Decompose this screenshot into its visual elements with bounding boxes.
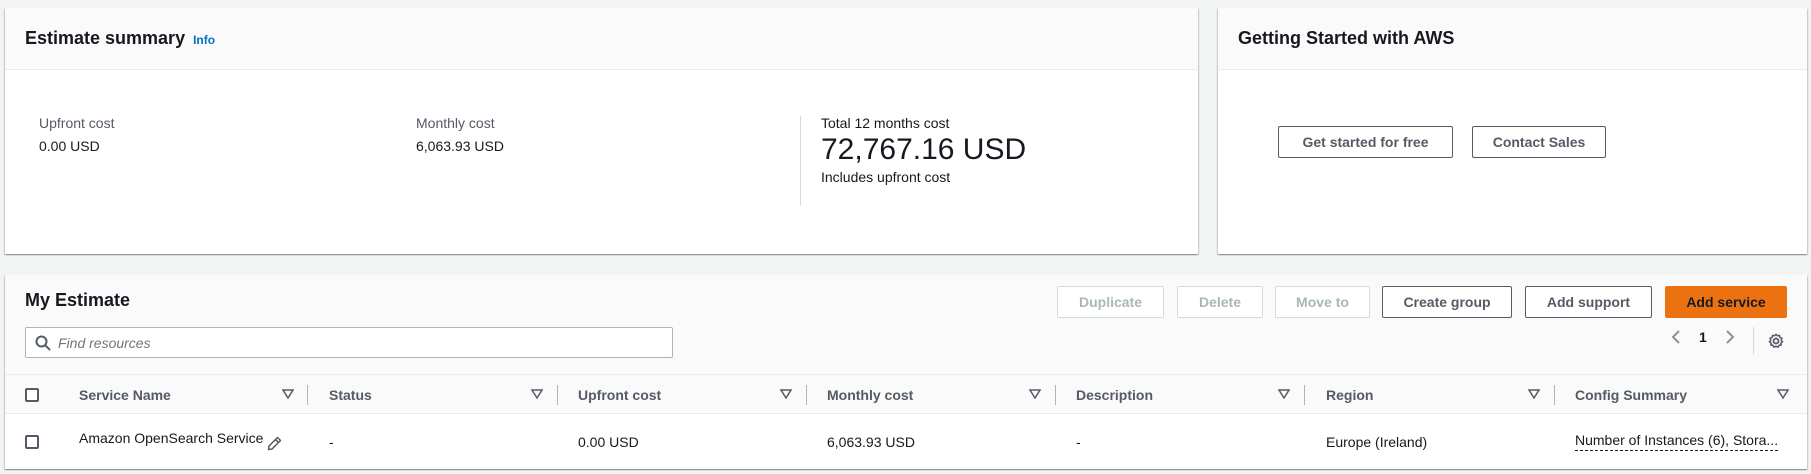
move-to-button[interactable]: Move to <box>1275 286 1370 318</box>
status-cell: - <box>329 433 334 450</box>
upfront-cost-label: Upfront cost <box>39 115 115 131</box>
duplicate-button[interactable]: Duplicate <box>1057 286 1164 318</box>
select-all-checkbox[interactable] <box>25 388 39 402</box>
column-config-summary[interactable]: Config Summary <box>1575 375 1687 414</box>
estimate-summary-body: Upfront cost 0.00 USD Monthly cost 6,063… <box>5 70 1198 254</box>
row-select-checkbox[interactable] <box>25 435 39 449</box>
chevron-right-icon[interactable] <box>1723 329 1737 345</box>
column-separator[interactable] <box>1304 385 1305 405</box>
column-upfront-cost[interactable]: Upfront cost <box>578 375 661 414</box>
sort-caret-icon[interactable] <box>1278 388 1290 400</box>
search-icon <box>35 335 51 351</box>
column-status[interactable]: Status <box>329 375 372 414</box>
my-estimate-title: My Estimate <box>25 290 131 310</box>
region-cell: Europe (Ireland) <box>1326 433 1428 450</box>
estimate-summary-panel: Estimate summary Info Upfront cost 0.00 … <box>5 8 1198 254</box>
sort-caret-icon[interactable] <box>1777 388 1789 400</box>
service-name-cell: Amazon OpenSearch Service <box>79 429 264 446</box>
search-box[interactable] <box>25 327 673 358</box>
column-separator[interactable] <box>806 385 807 405</box>
add-support-button[interactable]: Add support <box>1525 286 1652 318</box>
column-separator[interactable] <box>557 385 558 405</box>
estimate-summary-header: Estimate summary Info <box>5 8 1198 70</box>
column-separator[interactable] <box>1554 385 1555 405</box>
estimate-summary-title: Estimate summary <box>25 28 186 48</box>
table-header: Service Name Status Upfront cost Monthly… <box>5 375 1807 414</box>
sort-caret-icon[interactable] <box>1029 388 1041 400</box>
gear-icon[interactable] <box>1768 333 1784 349</box>
sort-caret-icon[interactable] <box>531 388 543 400</box>
get-started-free-button[interactable]: Get started for free <box>1278 126 1453 158</box>
pencil-icon[interactable] <box>267 436 282 451</box>
pager-divider <box>1753 327 1754 355</box>
upfront-cost-value: 0.00 USD <box>39 138 100 154</box>
chevron-left-icon[interactable] <box>1669 329 1683 345</box>
config-summary-link[interactable]: Number of Instances (6), Stora... <box>1575 432 1779 451</box>
getting-started-header: Getting Started with AWS <box>1218 8 1807 70</box>
description-cell: - <box>1076 433 1081 450</box>
config-summary-cell: Number of Instances (6), Stora... <box>1575 414 1787 469</box>
monthly-cost-value: 6,063.93 USD <box>416 138 504 154</box>
column-separator[interactable] <box>1055 385 1056 405</box>
add-service-button[interactable]: Add service <box>1665 286 1787 318</box>
upfront-cost-cell: 0.00 USD <box>578 433 639 450</box>
contact-sales-button[interactable]: Contact Sales <box>1472 126 1606 158</box>
search-input[interactable] <box>58 334 672 351</box>
column-region[interactable]: Region <box>1326 375 1373 414</box>
my-estimate-header: My Estimate Duplicate Delete Move to Cre… <box>5 275 1807 375</box>
monthly-cost-cell: 6,063.93 USD <box>827 433 915 450</box>
create-group-button[interactable]: Create group <box>1382 286 1512 318</box>
info-link[interactable]: Info <box>193 33 215 47</box>
sort-caret-icon[interactable] <box>1528 388 1540 400</box>
total-cost-label: Total 12 months cost <box>821 115 950 131</box>
delete-button[interactable]: Delete <box>1177 286 1263 318</box>
sort-caret-icon[interactable] <box>282 388 294 400</box>
my-estimate-panel: My Estimate Duplicate Delete Move to Cre… <box>5 275 1807 469</box>
column-description[interactable]: Description <box>1076 375 1153 414</box>
monthly-cost-label: Monthly cost <box>416 115 495 131</box>
getting-started-title: Getting Started with AWS <box>1238 28 1455 48</box>
total-cost-value: 72,767.16 USD <box>821 133 1027 166</box>
column-monthly-cost[interactable]: Monthly cost <box>827 375 913 414</box>
summary-divider <box>800 116 801 206</box>
pagination: 1 <box>1669 329 1737 345</box>
table-row: Amazon OpenSearch Service - 0.00 USD 6,0… <box>5 414 1807 469</box>
page-number[interactable]: 1 <box>1699 329 1707 345</box>
column-separator[interactable] <box>307 385 308 405</box>
column-service-name[interactable]: Service Name <box>79 375 171 414</box>
getting-started-panel: Getting Started with AWS Get started for… <box>1218 8 1807 254</box>
total-cost-note: Includes upfront cost <box>821 169 951 185</box>
sort-caret-icon[interactable] <box>780 388 792 400</box>
